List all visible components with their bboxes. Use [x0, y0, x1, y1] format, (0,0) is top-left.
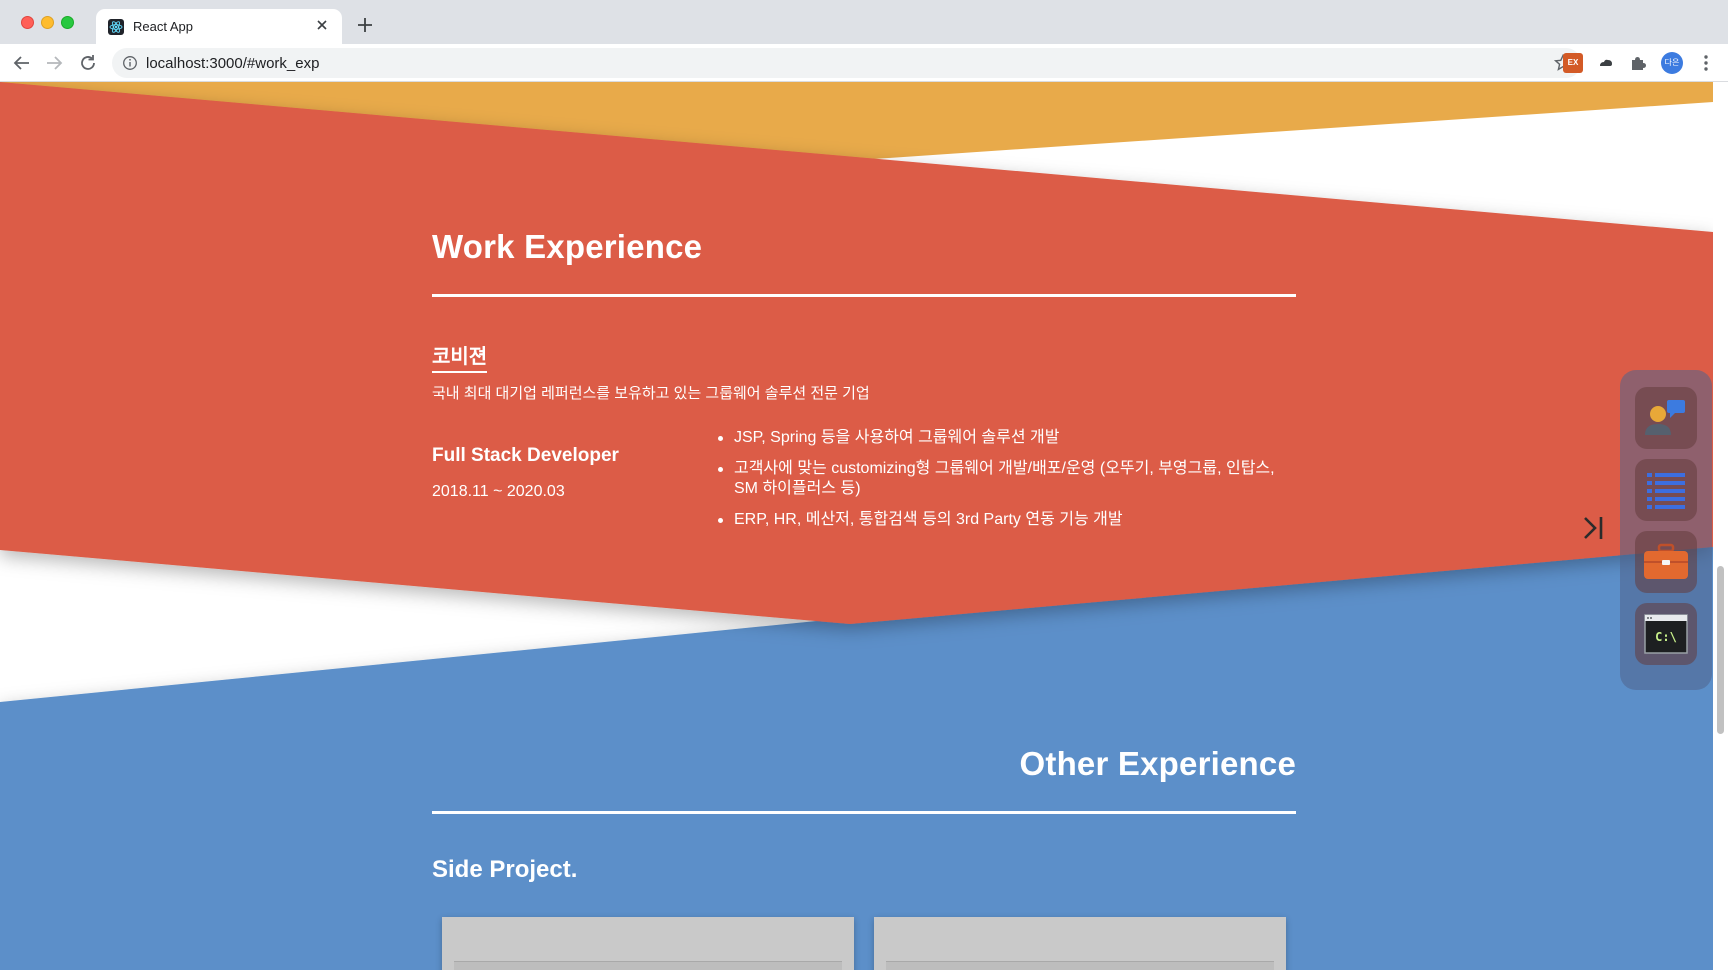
company-name: 코비젼	[432, 340, 488, 373]
work-title-underline	[432, 294, 1296, 297]
other-experience-title: Other Experience	[1019, 745, 1296, 782]
back-arrow-icon[interactable]	[10, 51, 34, 75]
collapse-right-icon[interactable]	[1582, 514, 1606, 542]
new-tab-icon[interactable]	[354, 14, 376, 36]
browser-toolbar: localhost:3000/#work_exp EX 다은	[0, 44, 1728, 82]
page-viewport: Work Experience 코비젼 국내 최대 대기업 레퍼런스를 보유하고…	[0, 82, 1728, 970]
url-text: localhost:3000/#work_exp	[146, 55, 320, 72]
duty-item: JSP, Spring 등을 사용하여 그룹웨어 솔루션 개발	[716, 428, 1296, 448]
more-menu-icon[interactable]	[1696, 52, 1716, 74]
side-project-heading: Side Project.	[432, 856, 578, 883]
browser-tab[interactable]: React App	[96, 9, 342, 44]
window-maximize-button[interactable]	[61, 16, 74, 29]
profile-chat-icon[interactable]	[1635, 387, 1697, 449]
quick-nav-dock: C:\	[1620, 370, 1712, 690]
briefcase-icon[interactable]	[1635, 531, 1697, 593]
info-icon[interactable]	[122, 55, 138, 71]
reload-icon[interactable]	[76, 51, 100, 75]
job-role: Full Stack Developer	[432, 445, 619, 466]
project-card[interactable]	[874, 917, 1286, 970]
work-experience-title: Work Experience	[432, 228, 703, 265]
scrollbar-thumb[interactable]	[1717, 566, 1724, 734]
address-bar[interactable]: localhost:3000/#work_exp	[112, 48, 1581, 78]
terminal-icon[interactable]: C:\	[1635, 603, 1697, 665]
tab-title: React App	[133, 19, 193, 34]
page-scrollbar[interactable]	[1713, 82, 1728, 970]
forward-arrow-icon[interactable]	[42, 51, 66, 75]
tab-strip: React App	[0, 0, 1728, 44]
project-card-thumbnail	[886, 961, 1274, 970]
other-title-underline	[432, 811, 1296, 814]
window-minimize-button[interactable]	[41, 16, 54, 29]
job-period: 2018.11 ~ 2020.03	[432, 483, 565, 500]
react-favicon-icon	[108, 19, 124, 35]
profile-avatar[interactable]: 다은	[1661, 52, 1683, 74]
project-card-thumbnail	[454, 961, 842, 970]
list-icon[interactable]	[1635, 459, 1697, 521]
duty-item: ERP, HR, 메산저, 통합검색 등의 3rd Party 연동 기능 개발	[716, 510, 1296, 530]
extension-cloud-icon[interactable]	[1596, 53, 1616, 73]
project-card[interactable]	[442, 917, 854, 970]
close-tab-icon[interactable]	[312, 15, 332, 35]
company-description: 국내 최대 대기업 레퍼런스를 보유하고 있는 그룹웨어 솔루션 전문 기업	[432, 385, 870, 402]
duty-item: 고객사에 맞는 customizing형 그룹웨어 개발/배포/운영 (오뚜기,…	[716, 459, 1296, 499]
duty-list: JSP, Spring 등을 사용하여 그룹웨어 솔루션 개발 고객사에 맞는 …	[716, 428, 1296, 541]
extension-ex-icon[interactable]: EX	[1563, 53, 1583, 73]
terminal-label: C:\	[1655, 630, 1677, 644]
extensions-puzzle-icon[interactable]	[1628, 53, 1648, 73]
window-close-button[interactable]	[21, 16, 34, 29]
